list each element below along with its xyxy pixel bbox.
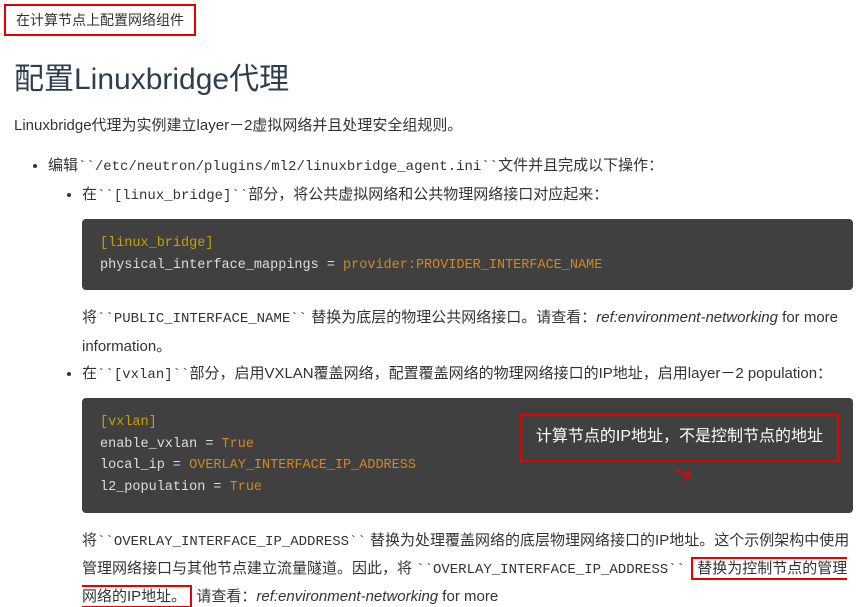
replace2-tail-suffix: for more — [438, 588, 498, 605]
code2-l3k: l2_population = — [100, 480, 230, 495]
sub-list: 在``[linux_bridge]``部分，将公共虚拟网络和公共物理网络接口对应… — [48, 181, 853, 607]
replace2-tail-ref: ref:environment-networking — [256, 588, 438, 605]
code2-l1v: True — [222, 437, 254, 452]
replace1-mid: 替换为底层的物理公共网络接口。请查看： — [307, 309, 596, 326]
intro-paragraph: Linuxbridge代理为实例建立layer－2虚拟网络并且处理安全组规则。 — [14, 114, 853, 138]
document-content: 配置Linuxbridge代理 Linuxbridge代理为实例建立layer－… — [0, 0, 867, 607]
code2-l1k: enable_vxlan = — [100, 437, 222, 452]
code-block-vxlan: [vxlan] enable_vxlan = True local_ip = O… — [82, 398, 853, 512]
sub2-code: ``[vxlan]`` — [97, 367, 189, 383]
code1-value: provider:PROVIDER_INTERFACE_NAME — [343, 258, 602, 273]
replace1-prefix: 将 — [82, 309, 97, 326]
sub2-suffix: 部分，启用VXLAN覆盖网络，配置覆盖网络的物理网络接口的IP地址，启用laye… — [189, 365, 832, 382]
replace2-paragraph: 将``OVERLAY_INTERFACE_IP_ADDRESS`` 替换为处理覆… — [82, 527, 853, 607]
replace2-prefix: 将 — [82, 532, 97, 549]
replace1-code: ``PUBLIC_INTERFACE_NAME`` — [97, 311, 307, 327]
replace1-paragraph: 将``PUBLIC_INTERFACE_NAME`` 替换为底层的物理公共网络接… — [82, 304, 853, 359]
code2-l3v: True — [230, 480, 262, 495]
code1-section: [linux_bridge] — [100, 236, 213, 251]
sub1-prefix: 在 — [82, 186, 97, 203]
sub-item-linuxbridge: 在``[linux_bridge]``部分，将公共虚拟网络和公共物理网络接口对应… — [82, 181, 853, 360]
page-title: 配置Linuxbridge代理 — [14, 54, 853, 98]
callout-annotation-text: 计算节点的IP地址，不是控制节点的地址 — [536, 428, 823, 445]
replace2-tail-prefix: 请查看： — [196, 588, 256, 605]
code2-l2v: OVERLAY_INTERFACE_IP_ADDRESS — [189, 458, 416, 473]
code-block-linuxbridge: [linux_bridge] physical_interface_mappin… — [82, 219, 853, 290]
replace1-ref: ref:environment-networking — [596, 309, 778, 326]
top-list: 编辑``/etc/neutron/plugins/ml2/linuxbridge… — [14, 152, 853, 607]
header-annotation-text: 在计算节点上配置网络组件 — [16, 12, 184, 28]
sub-item-vxlan: 在``[vxlan]``部分，启用VXLAN覆盖网络，配置覆盖网络的物理网络接口… — [82, 360, 853, 607]
replace2-code2: ``OVERLAY_INTERFACE_IP_ADDRESS`` — [416, 562, 685, 578]
code2-section: [vxlan] — [100, 415, 157, 430]
list-item-edit: 编辑``/etc/neutron/plugins/ml2/linuxbridge… — [48, 152, 853, 607]
code1-key: physical_interface_mappings = — [100, 258, 343, 273]
code2-l2k: local_ip = — [100, 458, 189, 473]
sub2-prefix: 在 — [82, 365, 97, 382]
edit-prefix: 编辑 — [48, 157, 78, 174]
sub1-suffix: 部分，将公共虚拟网络和公共物理网络接口对应起来： — [248, 186, 608, 203]
edit-suffix: 文件并且完成以下操作： — [498, 157, 663, 174]
sub1-code: ``[linux_bridge]`` — [97, 188, 248, 204]
header-annotation-box: 在计算节点上配置网络组件 — [4, 4, 196, 36]
replace2-code: ``OVERLAY_INTERFACE_IP_ADDRESS`` — [97, 534, 366, 550]
callout-annotation-box: 计算节点的IP地址，不是控制节点的地址 — [520, 414, 839, 462]
edit-code: ``/etc/neutron/plugins/ml2/linuxbridge_a… — [78, 159, 498, 175]
